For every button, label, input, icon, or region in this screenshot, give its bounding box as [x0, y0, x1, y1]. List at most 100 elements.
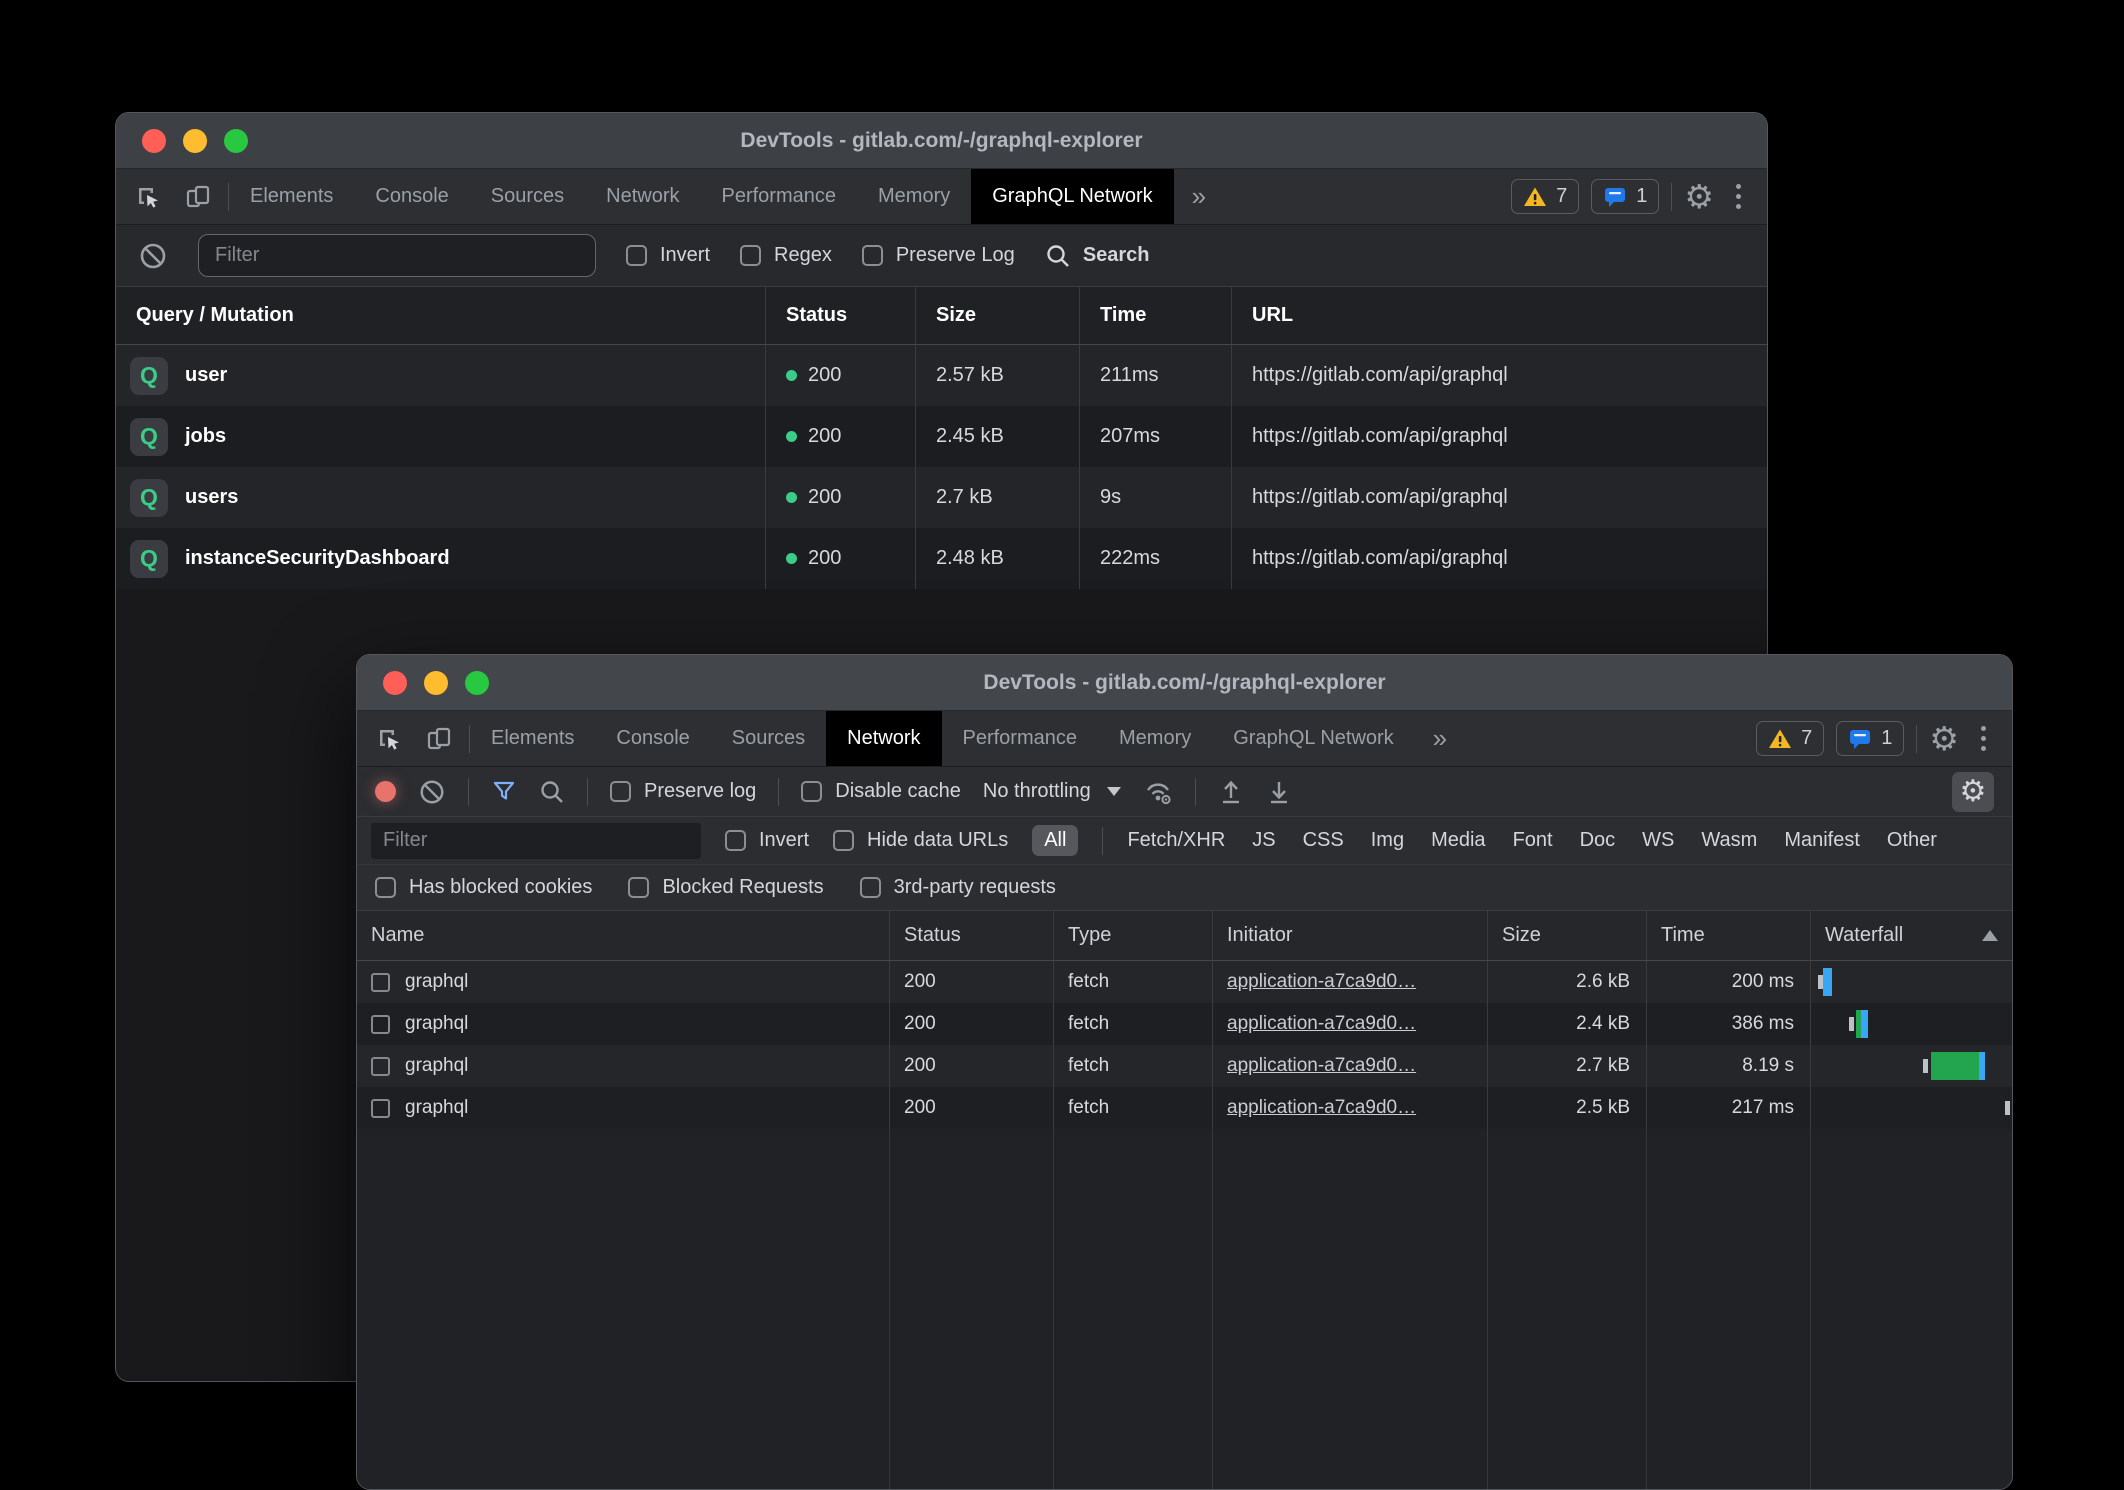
column-header-type[interactable]: Type	[1054, 911, 1213, 960]
search-icon[interactable]	[539, 779, 565, 805]
regex-checkbox-group[interactable]: Regex	[740, 244, 832, 267]
clear-icon[interactable]	[138, 241, 168, 271]
column-header-size[interactable]: Size	[916, 287, 1080, 344]
tab-network[interactable]: Network	[826, 711, 941, 766]
table-row[interactable]: Q jobs 200 2.45 kB 207ms https://gitlab.…	[116, 406, 1767, 467]
table-row[interactable]: graphql 200 fetch application-a7ca9d0… 2…	[357, 1087, 2012, 1129]
warnings-badge[interactable]: 7	[1511, 179, 1579, 214]
tab-performance[interactable]: Performance	[942, 711, 1099, 766]
regex-checkbox[interactable]	[740, 245, 761, 266]
invert-checkbox[interactable]	[626, 245, 647, 266]
settings-gear-icon[interactable]: ⚙	[1929, 722, 1959, 755]
column-header-name[interactable]: Name	[357, 911, 890, 960]
filter-type-media[interactable]: Media	[1431, 829, 1485, 852]
settings-gear-icon[interactable]: ⚙	[1684, 180, 1714, 213]
filter-type-wasm[interactable]: Wasm	[1701, 829, 1757, 852]
close-window-button[interactable]	[383, 671, 407, 695]
preserve-log-checkbox-group[interactable]: Preserve Log	[862, 244, 1015, 267]
inspect-element-icon[interactable]	[134, 183, 162, 211]
blocked-requests-checkbox-group[interactable]: Blocked Requests	[628, 876, 823, 899]
column-header-status[interactable]: Status	[766, 287, 916, 344]
invert-checkbox-group[interactable]: Invert	[626, 244, 710, 267]
has-blocked-cookies-checkbox[interactable]	[375, 877, 396, 898]
tab-elements[interactable]: Elements	[229, 169, 354, 224]
zoom-window-button[interactable]	[465, 671, 489, 695]
title-bar[interactable]: DevTools - gitlab.com/-/graphql-explorer	[357, 655, 2012, 711]
filter-type-doc[interactable]: Doc	[1580, 829, 1616, 852]
filter-input[interactable]	[371, 823, 701, 859]
tab-memory[interactable]: Memory	[857, 169, 971, 224]
title-bar[interactable]: DevTools - gitlab.com/-/graphql-explorer	[116, 113, 1767, 169]
tab-performance[interactable]: Performance	[701, 169, 858, 224]
close-window-button[interactable]	[142, 129, 166, 153]
invert-checkbox-group[interactable]: Invert	[725, 829, 809, 852]
issues-badge[interactable]: 1	[1836, 721, 1904, 756]
invert-checkbox[interactable]	[725, 830, 746, 851]
filter-type-manifest[interactable]: Manifest	[1784, 829, 1860, 852]
row-checkbox[interactable]	[371, 1015, 390, 1034]
tab-network[interactable]: Network	[585, 169, 700, 224]
row-checkbox[interactable]	[371, 1099, 390, 1118]
row-checkbox[interactable]	[371, 1057, 390, 1076]
search-control[interactable]: Search	[1045, 243, 1150, 269]
minimize-window-button[interactable]	[424, 671, 448, 695]
column-header-initiator[interactable]: Initiator	[1213, 911, 1488, 960]
table-row[interactable]: graphql 200 fetch application-a7ca9d0… 2…	[357, 1003, 2012, 1045]
tab-console[interactable]: Console	[595, 711, 710, 766]
more-options-icon[interactable]	[1971, 726, 1996, 751]
issues-badge[interactable]: 1	[1591, 179, 1659, 214]
filter-type-css[interactable]: CSS	[1303, 829, 1344, 852]
tab-sources[interactable]: Sources	[470, 169, 585, 224]
table-row[interactable]: Q instanceSecurityDashboard 200 2.48 kB …	[116, 528, 1767, 589]
hide-data-urls-checkbox[interactable]	[833, 830, 854, 851]
row-checkbox[interactable]	[371, 973, 390, 992]
inspect-element-icon[interactable]	[375, 725, 403, 753]
hide-data-urls-checkbox-group[interactable]: Hide data URLs	[833, 829, 1008, 852]
filter-type-font[interactable]: Font	[1513, 829, 1553, 852]
filter-type-js[interactable]: JS	[1252, 829, 1275, 852]
disable-cache-checkbox[interactable]	[801, 781, 822, 802]
record-network-log-button[interactable]	[375, 781, 396, 802]
filter-type-all[interactable]: All	[1032, 825, 1078, 856]
initiator-link[interactable]: application-a7ca9d0…	[1227, 1013, 1416, 1035]
preserve-log-checkbox-group[interactable]: Preserve log	[610, 780, 756, 803]
initiator-link[interactable]: application-a7ca9d0…	[1227, 1055, 1416, 1077]
third-party-requests-checkbox[interactable]	[860, 877, 881, 898]
more-options-icon[interactable]	[1726, 184, 1751, 209]
has-blocked-cookies-checkbox-group[interactable]: Has blocked cookies	[375, 876, 592, 899]
more-tabs-icon[interactable]: »	[1174, 169, 1224, 224]
warnings-badge[interactable]: 7	[1756, 721, 1824, 756]
filter-type-other[interactable]: Other	[1887, 829, 1937, 852]
table-row[interactable]: graphql 200 fetch application-a7ca9d0… 2…	[357, 961, 2012, 1003]
tab-graphql-network[interactable]: GraphQL Network	[1212, 711, 1414, 766]
filter-input[interactable]	[198, 234, 596, 277]
clear-icon[interactable]	[418, 778, 446, 806]
table-row[interactable]: Q user 200 2.57 kB 211ms https://gitlab.…	[116, 345, 1767, 406]
network-conditions-icon[interactable]	[1143, 778, 1173, 806]
disable-cache-checkbox-group[interactable]: Disable cache	[801, 780, 961, 803]
more-tabs-icon[interactable]: »	[1415, 711, 1465, 766]
network-settings-button[interactable]: ⚙	[1952, 772, 1994, 812]
filter-type-ws[interactable]: WS	[1642, 829, 1674, 852]
export-har-icon[interactable]	[1266, 778, 1292, 806]
column-header-query-mutation[interactable]: Query / Mutation	[116, 287, 766, 344]
tab-graphql-network[interactable]: GraphQL Network	[971, 169, 1173, 224]
filter-type-fetch-xhr[interactable]: Fetch/XHR	[1127, 829, 1225, 852]
column-header-waterfall[interactable]: Waterfall	[1811, 911, 2012, 960]
preserve-log-checkbox[interactable]	[862, 245, 883, 266]
tab-console[interactable]: Console	[354, 169, 469, 224]
device-toolbar-icon[interactable]	[184, 183, 212, 211]
column-header-size[interactable]: Size	[1488, 911, 1647, 960]
minimize-window-button[interactable]	[183, 129, 207, 153]
device-toolbar-icon[interactable]	[425, 725, 453, 753]
zoom-window-button[interactable]	[224, 129, 248, 153]
column-header-url[interactable]: URL	[1232, 287, 1767, 344]
preserve-log-checkbox[interactable]	[610, 781, 631, 802]
column-header-status[interactable]: Status	[890, 911, 1054, 960]
tab-elements[interactable]: Elements	[470, 711, 595, 766]
initiator-link[interactable]: application-a7ca9d0…	[1227, 1097, 1416, 1119]
column-header-time[interactable]: Time	[1080, 287, 1232, 344]
table-row[interactable]: graphql 200 fetch application-a7ca9d0… 2…	[357, 1045, 2012, 1087]
blocked-requests-checkbox[interactable]	[628, 877, 649, 898]
tab-memory[interactable]: Memory	[1098, 711, 1212, 766]
